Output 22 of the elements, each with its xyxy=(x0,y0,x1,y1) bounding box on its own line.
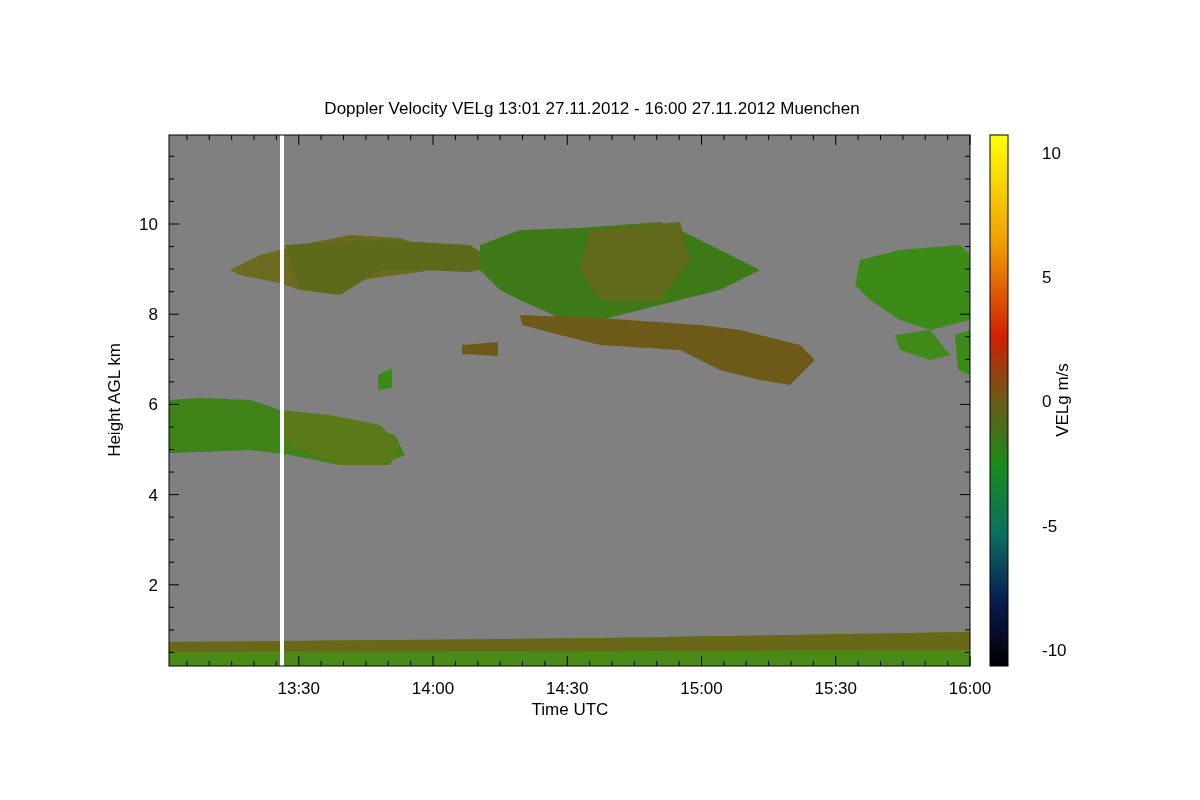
y-tick-label: 10 xyxy=(139,215,158,234)
y-tick-label: 6 xyxy=(148,395,158,415)
x-tick-label: 15:00 xyxy=(680,679,723,698)
x-tick-label: 15:30 xyxy=(814,679,858,698)
chart-title: Doppler Velocity VELg 13:01 27.11.2012 - 16:00 27.11.2012 Muenchen xyxy=(324,99,860,118)
echo-region xyxy=(462,342,498,356)
y-tick-label: 8 xyxy=(148,305,158,325)
y-tick-label: 4 xyxy=(148,485,158,505)
x-axis-label: Time UTC xyxy=(531,700,609,719)
x-tick-label: 14:30 xyxy=(546,679,589,698)
x-tick-label: 14:00 xyxy=(411,679,455,698)
y-axis-label: Height AGL km xyxy=(105,343,124,457)
colorbar-tick-label: -10 xyxy=(1042,641,1067,660)
colorbar-tick-label: 5 xyxy=(1042,268,1052,287)
y-tick-label: 2 xyxy=(148,575,158,595)
colorbar-tick-label: 10 xyxy=(1042,144,1061,163)
x-tick-label: 13:30 xyxy=(277,679,321,698)
colorbar-tick-label: -5 xyxy=(1042,517,1058,536)
x-tick-label: 16:00 xyxy=(948,679,992,698)
colorbar-tick-label: 0 xyxy=(1042,392,1052,411)
colorbar-label: VELg m/s xyxy=(1053,363,1072,437)
echo-region xyxy=(378,368,392,390)
